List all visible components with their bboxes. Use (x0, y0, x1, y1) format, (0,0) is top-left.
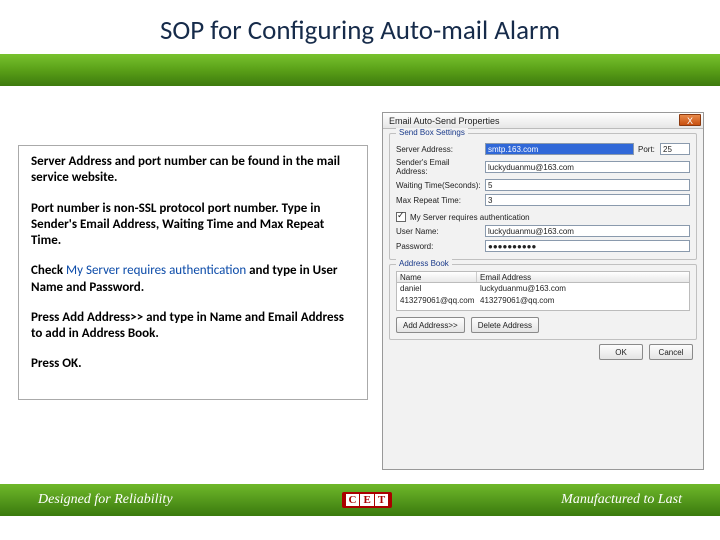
auth-checkbox[interactable] (396, 212, 406, 222)
instr-4d: Name (210, 310, 242, 325)
password-label: Password: (396, 242, 481, 251)
table-row[interactable]: daniel luckyduanmu@163.com (397, 283, 689, 295)
port-label: Port: (638, 145, 656, 154)
username-input[interactable]: luckyduanmu@163.com (485, 225, 690, 237)
logo-e: E (360, 494, 373, 506)
dialog-titlebar[interactable]: Email Auto-Send Properties X (383, 113, 703, 129)
port-input[interactable]: 25 (660, 143, 690, 155)
repeat-input[interactable]: 3 (485, 194, 690, 206)
footer-band: Designed for Reliability C E T Manufactu… (0, 484, 720, 516)
wait-input[interactable]: 5 (485, 179, 690, 191)
addressbook-group: Address Book Name Email Address daniel l… (389, 264, 697, 340)
server-label: Server Address: (396, 145, 481, 154)
cell-name: 413279061@qq.com (397, 295, 477, 307)
col-email[interactable]: Email Address (477, 272, 689, 282)
close-button[interactable]: X (679, 114, 701, 126)
address-table-body[interactable]: daniel luckyduanmu@163.com 413279061@qq.… (396, 283, 690, 311)
wait-label: Waiting Time(Seconds): (396, 181, 481, 190)
cet-logo: C E T (342, 492, 393, 508)
header-band (0, 52, 720, 88)
instr-4a: Press (31, 310, 62, 325)
delete-address-button[interactable]: Delete Address (471, 317, 539, 333)
dialog-title: Email Auto-Send Properties (389, 116, 500, 126)
logo-t: T (375, 494, 388, 506)
instr-1: Server Address and port number can be fo… (31, 154, 340, 185)
table-row[interactable]: 413279061@qq.com 413279061@qq.com (397, 295, 689, 307)
cell-name: daniel (397, 283, 477, 295)
sendbox-group: Send Box Settings Server Address: smtp.1… (389, 133, 697, 260)
instr-4g: to add in Address Book. (31, 326, 159, 341)
address-table-header: Name Email Address (396, 271, 690, 283)
auth-label: My Server requires authentication (410, 213, 530, 222)
footer-left: Designed for Reliability (38, 492, 173, 508)
add-address-button[interactable]: Add Address>> (396, 317, 465, 333)
username-label: User Name: (396, 227, 481, 236)
instr-2: Port number is non-SSL protocol port num… (31, 201, 324, 249)
addressbook-group-title: Address Book (396, 259, 452, 268)
col-name[interactable]: Name (397, 272, 477, 282)
sender-label: Sender's Email Address: (396, 158, 481, 176)
sender-input[interactable]: luckyduanmu@163.com (485, 161, 690, 173)
instr-4b: Add Address>> (62, 310, 143, 325)
repeat-label: Max Repeat Time: (396, 196, 481, 205)
footer-right: Manufactured to Last (561, 492, 682, 508)
ok-button[interactable]: OK (599, 344, 643, 360)
instr-5: Press OK. (31, 356, 82, 371)
cell-email: 413279061@qq.com (477, 295, 689, 307)
email-properties-dialog: Email Auto-Send Properties X Send Box Se… (382, 112, 704, 470)
server-input[interactable]: smtp.163.com (485, 143, 634, 155)
instr-3b: My Server requires authentication (66, 263, 246, 278)
cancel-button[interactable]: Cancel (649, 344, 693, 360)
instr-4e: and (242, 310, 268, 325)
logo-c: C (346, 494, 360, 506)
instr-4c: and type in (143, 310, 209, 325)
cell-email: luckyduanmu@163.com (477, 283, 689, 295)
page-title: SOP for Configuring Auto-mail Alarm (0, 14, 720, 47)
password-input[interactable]: ●●●●●●●●●● (485, 240, 690, 252)
instr-4f: Email Address (268, 310, 344, 325)
sendbox-group-title: Send Box Settings (396, 128, 468, 137)
instr-3a: Check (31, 263, 66, 278)
instructions-panel: Server Address and port number can be fo… (18, 145, 368, 400)
